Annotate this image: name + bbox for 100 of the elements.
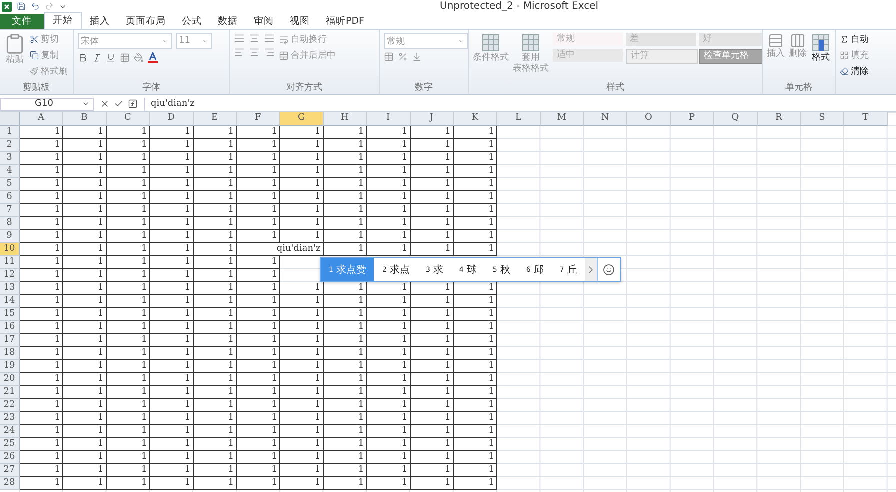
table-cell: 1 [410,295,454,308]
table-cell: 1 [280,438,324,451]
row-header[interactable]: 3 [0,152,20,165]
column-header[interactable]: H [324,112,368,126]
table-cell: 1 [63,256,107,269]
table-cell: 1 [194,425,237,438]
row-header[interactable]: 2 [0,139,20,152]
column-header[interactable]: M [540,112,584,126]
table-cell: 1 [20,126,64,139]
table-cell: 1 [150,451,194,464]
ribbon-tab[interactable]: 开始 [44,12,82,29]
column-header[interactable]: R [758,112,802,126]
row-header[interactable]: 14 [0,295,20,308]
column-header[interactable]: K [454,112,498,126]
table-cell: 1 [280,477,324,490]
column-header[interactable]: G [280,112,324,126]
table-cell: 1 [63,334,107,347]
row-header[interactable]: 11 [0,256,20,269]
row-header[interactable]: 24 [0,425,20,438]
table-cell: 1 [367,230,411,243]
table-cell: 1 [280,204,324,217]
table-cell: 1 [63,438,107,451]
align-bottom-icon [264,33,275,44]
table-cell: 1 [367,191,411,204]
table-cell: 1 [20,360,64,373]
table-cell: 1 [236,126,280,139]
select-all-corner[interactable] [0,112,20,126]
ribbon-tab[interactable]: 福昕PDF [318,14,373,29]
column-header[interactable]: S [801,112,844,126]
table-cell: 1 [454,347,498,360]
table-cell: 1 [324,191,368,204]
table-cell: 1 [20,295,64,308]
formula-input[interactable]: qiu'dian'z [144,98,896,110]
table-cell: 1 [236,347,280,360]
row-header[interactable]: 18 [0,347,20,360]
autosum-button[interactable]: 自动 [840,33,869,46]
column-header[interactable]: J [410,112,454,126]
table-cell: 1 [194,477,237,490]
table-cell: 1 [20,217,64,230]
column-header[interactable]: T [844,112,888,126]
column-header[interactable]: D [150,112,194,126]
format-button[interactable]: 格式 [811,33,831,82]
row-header[interactable]: 19 [0,360,20,373]
table-cell: 1 [106,139,150,152]
ribbon-tab[interactable]: 文件 [0,14,44,29]
clear-button[interactable]: 清除 [840,65,869,78]
row-header[interactable]: 28 [0,477,20,490]
column-header[interactable]: Q [714,112,758,126]
enter-icon [114,99,124,109]
table-cell: 1 [63,191,107,204]
row-header[interactable]: 17 [0,334,20,347]
column-header[interactable]: B [63,112,107,126]
row-header[interactable]: 22 [0,399,20,412]
row-header[interactable]: 21 [0,386,20,399]
table-cell: 1 [106,165,150,178]
ribbon-tab[interactable]: 数据 [210,14,246,29]
column-header[interactable]: A [20,112,64,126]
table-cell: 1 [150,308,194,321]
row-header[interactable]: 23 [0,412,20,425]
group-label: 字体 [142,82,160,94]
column-header[interactable]: N [584,112,628,126]
row-header[interactable]: 6 [0,191,20,204]
column-header[interactable]: I [367,112,411,126]
row-header[interactable]: 15 [0,308,20,321]
table-cell: 1 [454,464,498,477]
column-header[interactable]: L [497,112,541,126]
row-header[interactable]: 4 [0,165,20,178]
row-header[interactable]: 27 [0,464,20,477]
table-cell: 1 [150,204,194,217]
table-cell: 1 [236,399,280,412]
column-header[interactable]: P [670,112,714,126]
row-header[interactable]: 5 [0,178,20,191]
row-header[interactable]: 12 [0,269,20,282]
ribbon-tab[interactable]: 页面布局 [118,14,174,29]
table-cell: 1 [194,451,237,464]
column-header[interactable]: F [236,112,280,126]
ribbon-tab[interactable]: 审阅 [246,14,282,29]
row-header[interactable]: 10 [0,243,20,256]
row-header[interactable]: 26 [0,451,20,464]
column-header[interactable]: E [194,112,237,126]
row-header[interactable]: 7 [0,204,20,217]
ribbon-tab[interactable]: 视图 [282,14,318,29]
ribbon-tab[interactable]: 插入 [82,14,118,29]
row-header[interactable]: 25 [0,438,20,451]
table-cell: 1 [106,126,150,139]
row-header[interactable]: 9 [0,230,20,243]
column-header[interactable]: C [106,112,150,126]
table-cell: 1 [63,282,107,295]
column-header[interactable]: O [627,112,671,126]
row-header[interactable]: 1 [0,126,20,139]
row-header[interactable]: 20 [0,373,20,386]
row-header[interactable]: 16 [0,321,20,334]
row-header[interactable]: 8 [0,217,20,230]
table-cell: 1 [410,334,454,347]
table-cell: 1 [367,321,411,334]
row-header[interactable]: 13 [0,282,20,295]
undo-icon [31,2,40,11]
ribbon-tab[interactable]: 公式 [174,14,210,29]
table-cell: 1 [454,334,498,347]
name-box[interactable]: G10 [0,98,94,110]
